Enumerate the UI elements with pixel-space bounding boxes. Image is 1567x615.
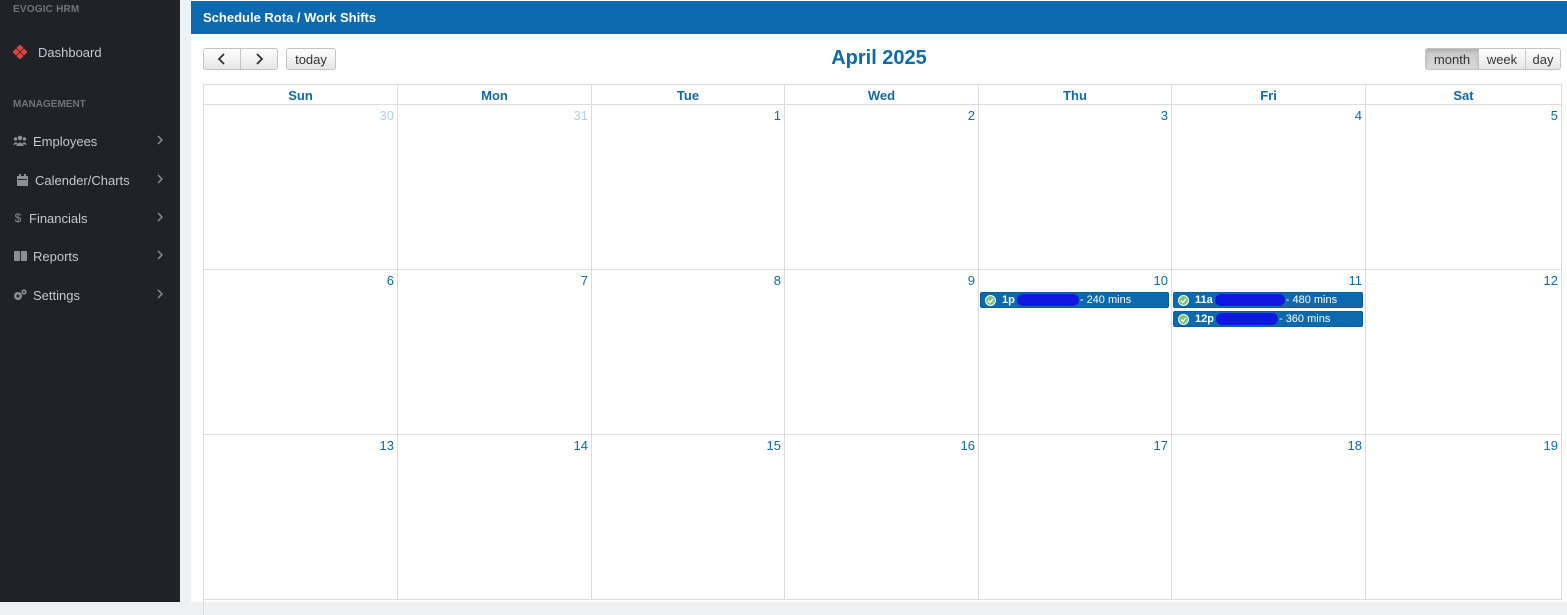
day-number[interactable]: 6 [387,273,394,288]
day-cell[interactable]: 12 [1366,270,1562,435]
day-cell[interactable]: 2 [785,105,979,270]
day-cell[interactable]: 3 [979,105,1172,270]
event-time: 11a [1195,294,1213,306]
day-cell[interactable]: 9 [785,270,979,435]
chevron-right-icon [157,212,163,222]
day-number[interactable]: 30 [380,108,394,123]
day-cell[interactable]: 5 [1366,105,1562,270]
shift-event[interactable]: 12p - 360 mins [1173,311,1363,327]
day-number[interactable]: 5 [1551,108,1558,123]
dow-wed: Wed [785,85,979,105]
check-circle-icon [1178,313,1189,325]
sidebar-item-label: Calender/Charts [35,172,130,188]
page-title: Schedule Rota / Work Shifts [203,10,377,25]
day-number[interactable]: 3 [1161,108,1168,123]
chevron-right-icon [157,289,163,299]
day-number[interactable]: 14 [574,438,588,453]
sidebar-item-dashboard[interactable]: Dashboard [0,37,180,67]
dow-mon: Mon [398,85,592,105]
day-cell[interactable]: 11 11a - 480 mins 12p - 360 mins [1172,270,1366,435]
day-cell[interactable]: 19 [1366,435,1562,600]
calendar-title: April 2025 [831,47,927,69]
day-cell[interactable]: 30 [204,105,398,270]
day-number[interactable]: 19 [1544,438,1558,453]
dow-sun: Sun [204,85,398,105]
day-cell[interactable]: 16 [785,435,979,600]
day-number[interactable]: 1 [774,108,781,123]
page-header: Schedule Rota / Work Shifts [191,1,1567,34]
shift-event[interactable]: 1p - 240 mins [980,292,1169,308]
dow-fri: Fri [1172,85,1366,105]
dow-thu: Thu [979,85,1172,105]
day-number[interactable]: 16 [961,438,975,453]
day-cell[interactable]: 10 1p - 240 mins [979,270,1172,435]
brand-name: EVOGIC HRM [13,4,80,15]
shift-event[interactable]: 11a - 480 mins [1173,292,1363,308]
day-cell[interactable]: 1 [592,105,785,270]
event-duration: - 360 mins [1278,313,1331,325]
dollar-icon: $ [14,211,22,225]
day-number[interactable]: 17 [1154,438,1168,453]
day-cell[interactable]: 14 [398,435,592,600]
sidebar-item-financials[interactable]: $ Financials [0,203,180,233]
dow-tue: Tue [592,85,785,105]
view-month-button[interactable]: month [1425,48,1479,70]
day-number[interactable]: 18 [1348,438,1362,453]
day-number[interactable]: 13 [380,438,394,453]
day-number[interactable]: 2 [968,108,975,123]
chevron-right-icon [157,135,163,145]
sidebar-item-employees[interactable]: Employees [0,126,180,156]
users-icon [13,134,27,148]
gears-icon [13,288,27,302]
view-week-button[interactable]: week [1478,48,1526,70]
sidebar-item-label: Employees [33,133,98,149]
day-cell[interactable]: 6 [204,270,398,435]
section-label-management: MANAGEMENT [13,99,86,110]
check-circle-icon [985,294,996,306]
day-cell[interactable]: 7 [398,270,592,435]
day-cell[interactable]: 4 [1172,105,1366,270]
redacted-employee-name [1214,294,1285,306]
day-number[interactable]: 11 [1349,273,1363,288]
dashboard-icon [13,45,27,59]
day-cell[interactable]: 31 [398,105,592,270]
day-cell[interactable]: 15 [592,435,785,600]
day-cell[interactable]: 8 [592,270,785,435]
event-time: 12p [1195,313,1214,325]
day-number[interactable]: 12 [1544,273,1558,288]
sidebar-item-label: Financials [29,210,88,226]
day-number[interactable]: 4 [1355,108,1362,123]
day-cell[interactable]: 17 [979,435,1172,600]
sidebar-item-calendar-charts[interactable]: Calender/Charts [0,165,180,195]
day-number[interactable]: 8 [774,273,781,288]
sidebar-item-reports[interactable]: Reports [0,241,180,271]
day-of-week-header: Sun Mon Tue Wed Thu Fri Sat [204,85,1562,105]
chevron-right-icon [157,174,163,184]
day-cell[interactable]: 13 [204,435,398,600]
event-duration: - 480 mins [1285,294,1338,306]
book-icon [13,249,27,263]
sidebar-item-label: Settings [33,287,80,303]
check-circle-icon [1178,294,1189,306]
event-duration: - 240 mins [1079,294,1132,306]
day-number[interactable]: 7 [581,273,588,288]
day-cell[interactable]: 18 [1172,435,1366,600]
day-number[interactable]: 9 [968,273,975,288]
calendar-icon [15,173,29,187]
sidebar-item-label: Reports [33,248,79,264]
day-number[interactable]: 10 [1154,273,1168,288]
main-content: Schedule Rota / Work Shifts today April … [191,0,1567,615]
view-day-button[interactable]: day [1525,48,1561,70]
chevron-right-icon [157,250,163,260]
sidebar-item-label: Dashboard [38,44,102,60]
sidebar-item-settings[interactable]: Settings [0,280,180,310]
dow-sat: Sat [1366,85,1562,105]
calendar-grid: Sun Mon Tue Wed Thu Fri Sat 30 31 1 2 3 4 5 6 7 8… [203,84,1562,615]
day-number[interactable]: 31 [574,108,588,123]
redacted-employee-name [1215,313,1278,325]
day-number[interactable]: 15 [767,438,781,453]
event-time: 1p [1002,294,1015,306]
sidebar: EVOGIC HRM Dashboard MANAGEMENT Employee… [0,0,180,602]
redacted-employee-name [1016,294,1079,306]
